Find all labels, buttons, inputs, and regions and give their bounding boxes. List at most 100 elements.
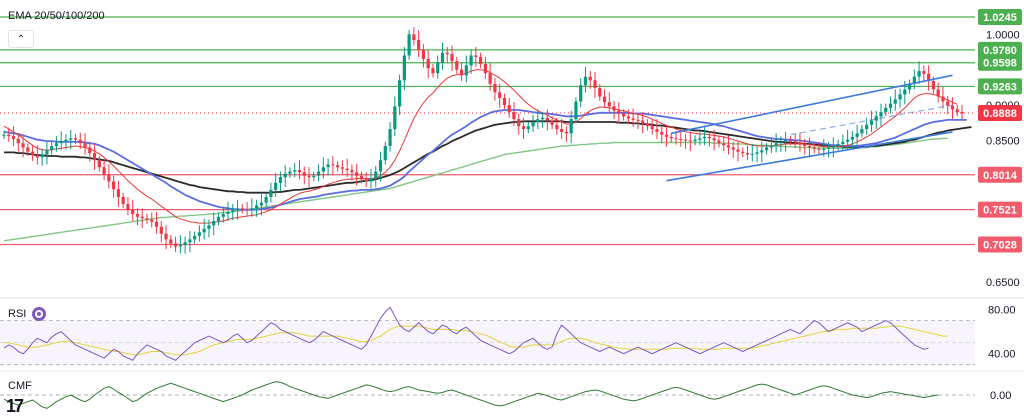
price-label-text: 1.0245 <box>983 12 1017 24</box>
candle-body <box>774 143 778 146</box>
candle-body <box>112 181 116 190</box>
candle-body <box>955 109 959 113</box>
candle-body <box>326 164 330 168</box>
candle-body <box>865 124 869 130</box>
candle-body <box>512 112 516 120</box>
candle-body <box>888 103 893 108</box>
candle-body <box>493 83 497 93</box>
price-label-text: 0.7521 <box>983 205 1017 217</box>
candle-body <box>898 94 902 100</box>
candle-body <box>59 141 63 144</box>
candle-body <box>474 55 478 57</box>
candle-body <box>598 88 602 97</box>
rsi-tick-label: 80.00 <box>988 305 1016 317</box>
candle-body <box>731 147 735 150</box>
candle-body <box>226 211 230 214</box>
candle-body <box>841 141 845 144</box>
candle-body <box>97 160 101 168</box>
candle-body <box>274 182 278 190</box>
candle-body <box>569 119 573 134</box>
candle-body <box>255 205 259 209</box>
candle-body <box>564 131 569 134</box>
candle-body <box>30 151 35 156</box>
candle-body <box>364 179 368 182</box>
candle-body <box>102 167 106 175</box>
candle-body <box>135 213 140 217</box>
candle-body <box>641 120 645 124</box>
candle-body <box>683 139 688 141</box>
candle-body <box>116 189 120 197</box>
candle-body <box>83 143 87 148</box>
candle-body <box>202 228 206 233</box>
candle-body <box>917 71 921 77</box>
candle-body <box>107 174 111 182</box>
rsi-settings-icon[interactable] <box>32 307 46 321</box>
candle-body <box>660 131 664 135</box>
candle-body <box>650 126 654 130</box>
candle-body <box>769 145 773 148</box>
candle-body <box>602 96 607 103</box>
candle-body <box>73 138 78 140</box>
candle-body <box>193 235 197 240</box>
candle-body <box>903 89 907 95</box>
collapse-button[interactable]: ⌃ <box>8 30 34 48</box>
candle-body <box>293 170 297 172</box>
candle-body <box>393 106 397 130</box>
candle-body <box>893 99 897 104</box>
tradingview-logo-icon: 17 <box>6 396 24 416</box>
candle-body <box>359 175 364 180</box>
candle-body <box>378 160 383 172</box>
candle-body <box>521 126 526 130</box>
candle-body <box>278 177 283 183</box>
candle-body <box>455 61 459 70</box>
candle-body <box>698 138 702 140</box>
candle-body <box>550 120 554 125</box>
candle-body <box>88 147 92 154</box>
candle-body <box>164 233 168 240</box>
candle-body <box>35 155 39 158</box>
candle-body <box>154 221 159 227</box>
candle-body <box>688 140 692 142</box>
candle-body <box>612 106 616 111</box>
candle-body <box>2 134 6 136</box>
candle-body <box>655 129 659 132</box>
candle-body <box>355 172 359 176</box>
candle-body <box>507 105 511 113</box>
candle-body <box>479 56 483 64</box>
candle-body <box>231 209 235 212</box>
candle-body <box>536 119 540 122</box>
candle-body <box>545 117 549 121</box>
candle-body <box>517 119 521 127</box>
candle-body <box>288 171 292 174</box>
candle-body <box>340 167 344 169</box>
candle-body <box>502 97 507 106</box>
candle-body <box>207 225 211 229</box>
candle-body <box>498 92 502 98</box>
rsi-pane: 80.00 40.00 <box>0 305 1016 366</box>
candle-body <box>722 143 726 146</box>
candle-body <box>16 138 20 144</box>
candle-body <box>369 178 373 182</box>
candle-body <box>54 143 59 147</box>
candle-body <box>383 146 387 161</box>
candle-body <box>26 147 30 152</box>
price-tick-label: 0.6500 <box>986 277 1020 289</box>
candle-body <box>874 116 878 121</box>
candle-body <box>540 117 545 120</box>
chevron-up-icon: ⌃ <box>16 33 26 45</box>
candle-body <box>703 136 707 139</box>
candle-body <box>188 239 192 243</box>
candle-body <box>240 208 244 210</box>
candle-body <box>588 76 592 81</box>
candle-body <box>150 219 154 222</box>
candle-body <box>221 213 225 217</box>
candle-body <box>259 202 263 206</box>
candle-body <box>140 216 144 219</box>
candle-body <box>307 175 311 178</box>
price-label-text: 0.7028 <box>983 240 1017 252</box>
candle-body <box>760 150 764 153</box>
candle-body <box>793 141 797 143</box>
candle-body <box>922 71 926 74</box>
candle-body <box>216 216 221 222</box>
candle-body <box>450 54 454 62</box>
